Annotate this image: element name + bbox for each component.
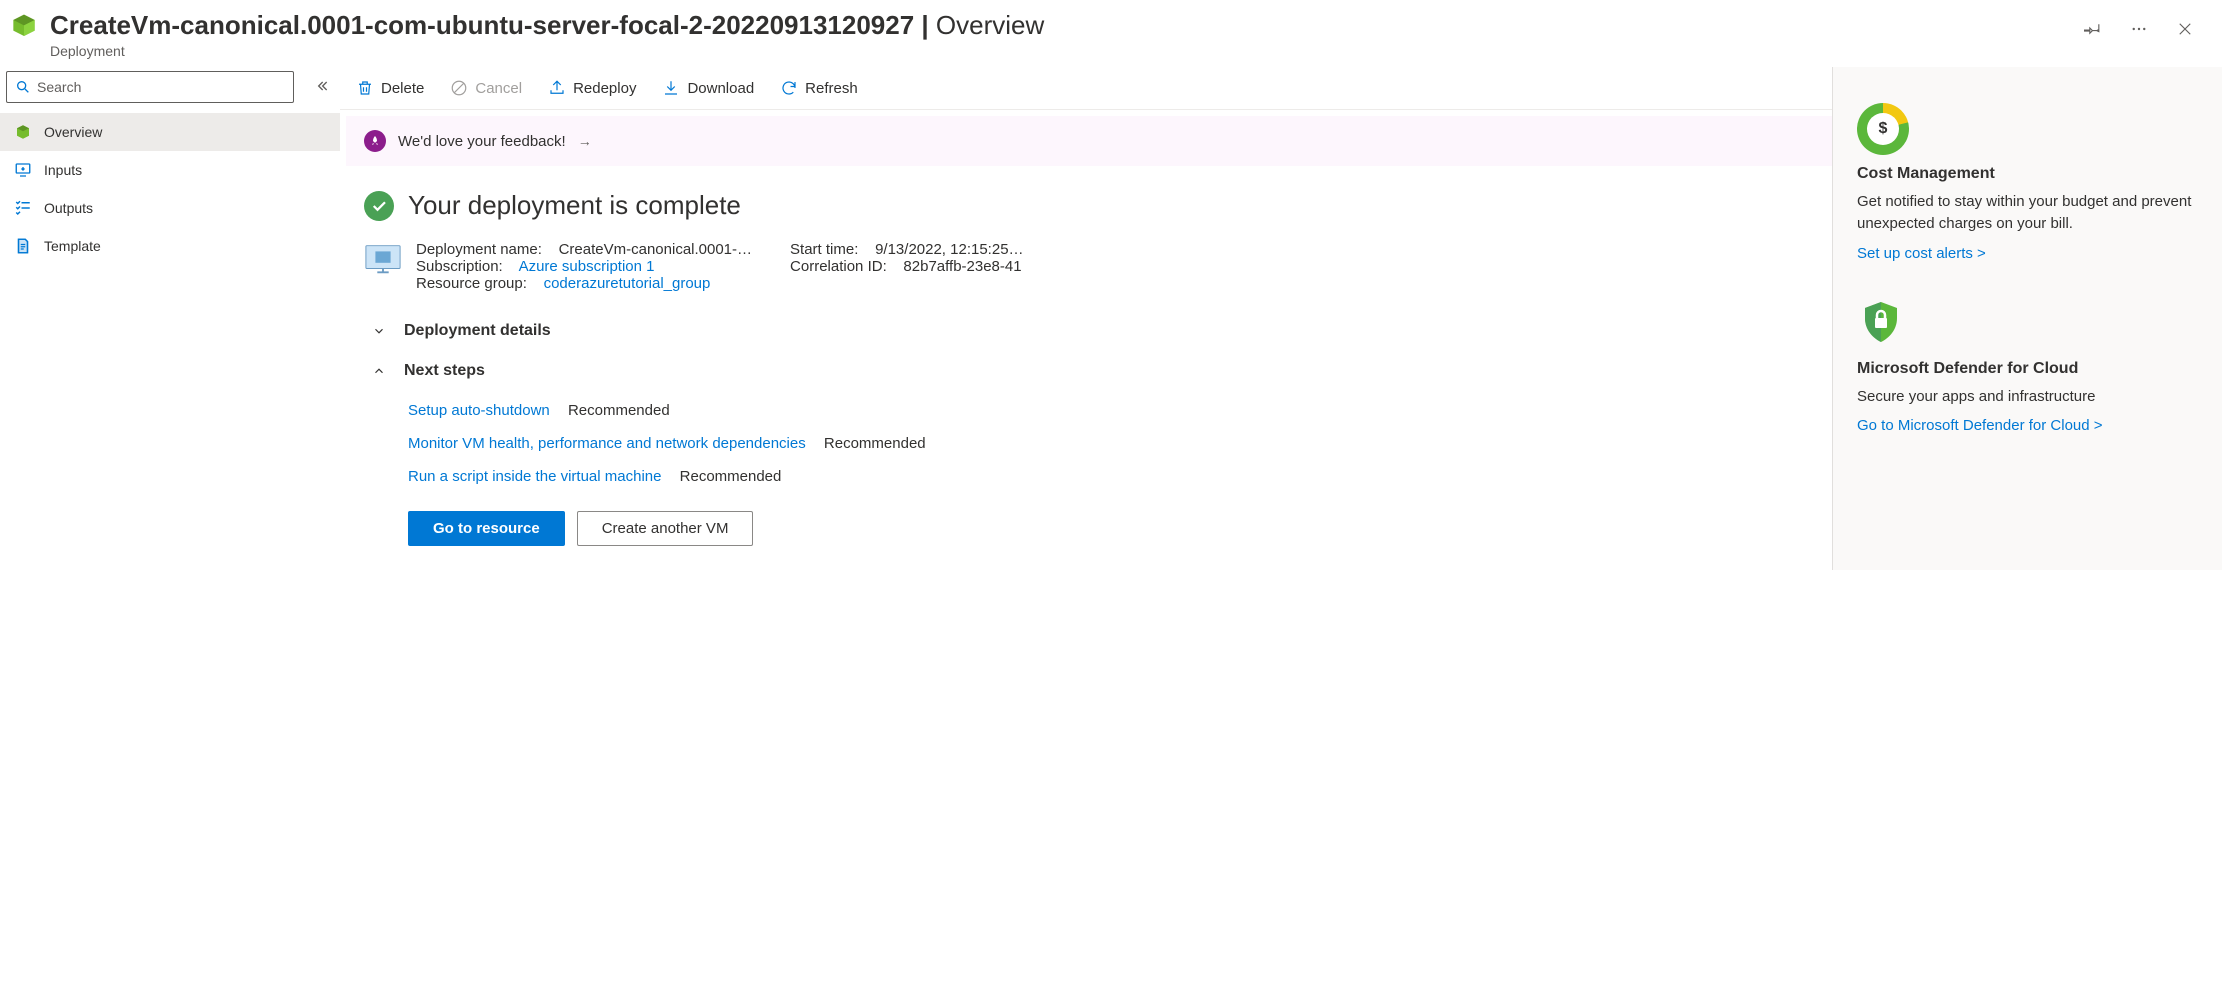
search-input[interactable] bbox=[37, 79, 285, 95]
collapse-sidebar-button[interactable] bbox=[310, 74, 334, 101]
step-run-script: Run a script inside the virtual machine … bbox=[408, 460, 1808, 493]
deployment-details-toggle[interactable]: Deployment details bbox=[372, 316, 1808, 346]
step-link[interactable]: Run a script inside the virtual machine bbox=[408, 468, 661, 485]
feedback-banner[interactable]: We'd love your feedback! → bbox=[346, 116, 1832, 166]
cost-management-card: $ Cost Management Get notified to stay w… bbox=[1857, 103, 2198, 262]
sidebar-item-inputs[interactable]: Inputs bbox=[0, 151, 340, 189]
upload-icon bbox=[548, 79, 566, 97]
rocket-icon bbox=[364, 130, 386, 152]
cost-donut-icon: $ bbox=[1857, 103, 1909, 155]
sidebar-item-label: Inputs bbox=[44, 162, 82, 178]
download-icon bbox=[662, 79, 680, 97]
refresh-icon bbox=[780, 79, 798, 97]
defender-link[interactable]: Go to Microsoft Defender for Cloud > bbox=[1857, 417, 2198, 434]
page-subtitle: Deployment bbox=[50, 43, 2080, 59]
status-title: Your deployment is complete bbox=[408, 190, 741, 221]
create-another-vm-button[interactable]: Create another VM bbox=[577, 511, 754, 546]
next-steps-toggle[interactable]: Next steps bbox=[372, 356, 1808, 386]
start-time-row: Start time: 9/13/2022, 12:15:25… bbox=[790, 241, 1024, 258]
refresh-button[interactable]: Refresh bbox=[778, 75, 860, 101]
checklist-icon bbox=[14, 199, 32, 217]
deployment-icon bbox=[8, 12, 40, 44]
step-auto-shutdown: Setup auto-shutdown Recommended bbox=[408, 394, 1808, 427]
shield-lock-icon bbox=[1857, 298, 1905, 346]
subscription-link[interactable]: Azure subscription 1 bbox=[519, 258, 655, 275]
cost-alerts-link[interactable]: Set up cost alerts > bbox=[1857, 245, 2198, 262]
success-check-icon bbox=[364, 191, 394, 221]
sidebar-item-label: Template bbox=[44, 238, 101, 254]
deployment-name-row: Deployment name: CreateVm-canonical.0001… bbox=[416, 241, 752, 258]
sidebar-item-overview[interactable]: Overview bbox=[0, 113, 340, 151]
go-to-resource-button[interactable]: Go to resource bbox=[408, 511, 565, 546]
arrow-right-icon: → bbox=[578, 133, 592, 149]
resource-group-row: Resource group: coderazuretutorial_group bbox=[416, 275, 752, 292]
step-link[interactable]: Setup auto-shutdown bbox=[408, 402, 550, 419]
close-button[interactable] bbox=[2172, 16, 2198, 45]
subscription-row: Subscription: Azure subscription 1 bbox=[416, 258, 752, 275]
search-icon bbox=[15, 79, 31, 95]
document-icon bbox=[14, 237, 32, 255]
sidebar-item-label: Overview bbox=[44, 124, 102, 140]
search-input-wrapper[interactable] bbox=[6, 71, 294, 103]
vm-monitor-icon bbox=[364, 243, 402, 275]
correlation-id-row: Correlation ID: 82b7affb-23e8-41 bbox=[790, 258, 1024, 275]
cancel-button: Cancel bbox=[448, 75, 524, 101]
pin-button[interactable] bbox=[2080, 16, 2106, 45]
page-title: CreateVm-canonical.0001-com-ubuntu-serve… bbox=[50, 10, 2080, 41]
sidebar-item-outputs[interactable]: Outputs bbox=[0, 189, 340, 227]
delete-button[interactable]: Delete bbox=[354, 75, 426, 101]
defender-card: Microsoft Defender for Cloud Secure your… bbox=[1857, 298, 2198, 435]
sidebar-item-label: Outputs bbox=[44, 200, 93, 216]
resource-group-link[interactable]: coderazuretutorial_group bbox=[544, 275, 711, 292]
sidebar-item-template[interactable]: Template bbox=[0, 227, 340, 265]
chevron-down-icon bbox=[372, 324, 386, 338]
step-link[interactable]: Monitor VM health, performance and netwo… bbox=[408, 435, 806, 452]
cube-icon bbox=[14, 123, 32, 141]
download-button[interactable]: Download bbox=[660, 75, 756, 101]
trash-icon bbox=[356, 79, 374, 97]
prohibit-icon bbox=[450, 79, 468, 97]
redeploy-button[interactable]: Redeploy bbox=[546, 75, 638, 101]
step-monitor-vm: Monitor VM health, performance and netwo… bbox=[408, 427, 1808, 460]
monitor-down-icon bbox=[14, 161, 32, 179]
chevron-up-icon bbox=[372, 364, 386, 378]
more-button[interactable] bbox=[2126, 16, 2152, 45]
